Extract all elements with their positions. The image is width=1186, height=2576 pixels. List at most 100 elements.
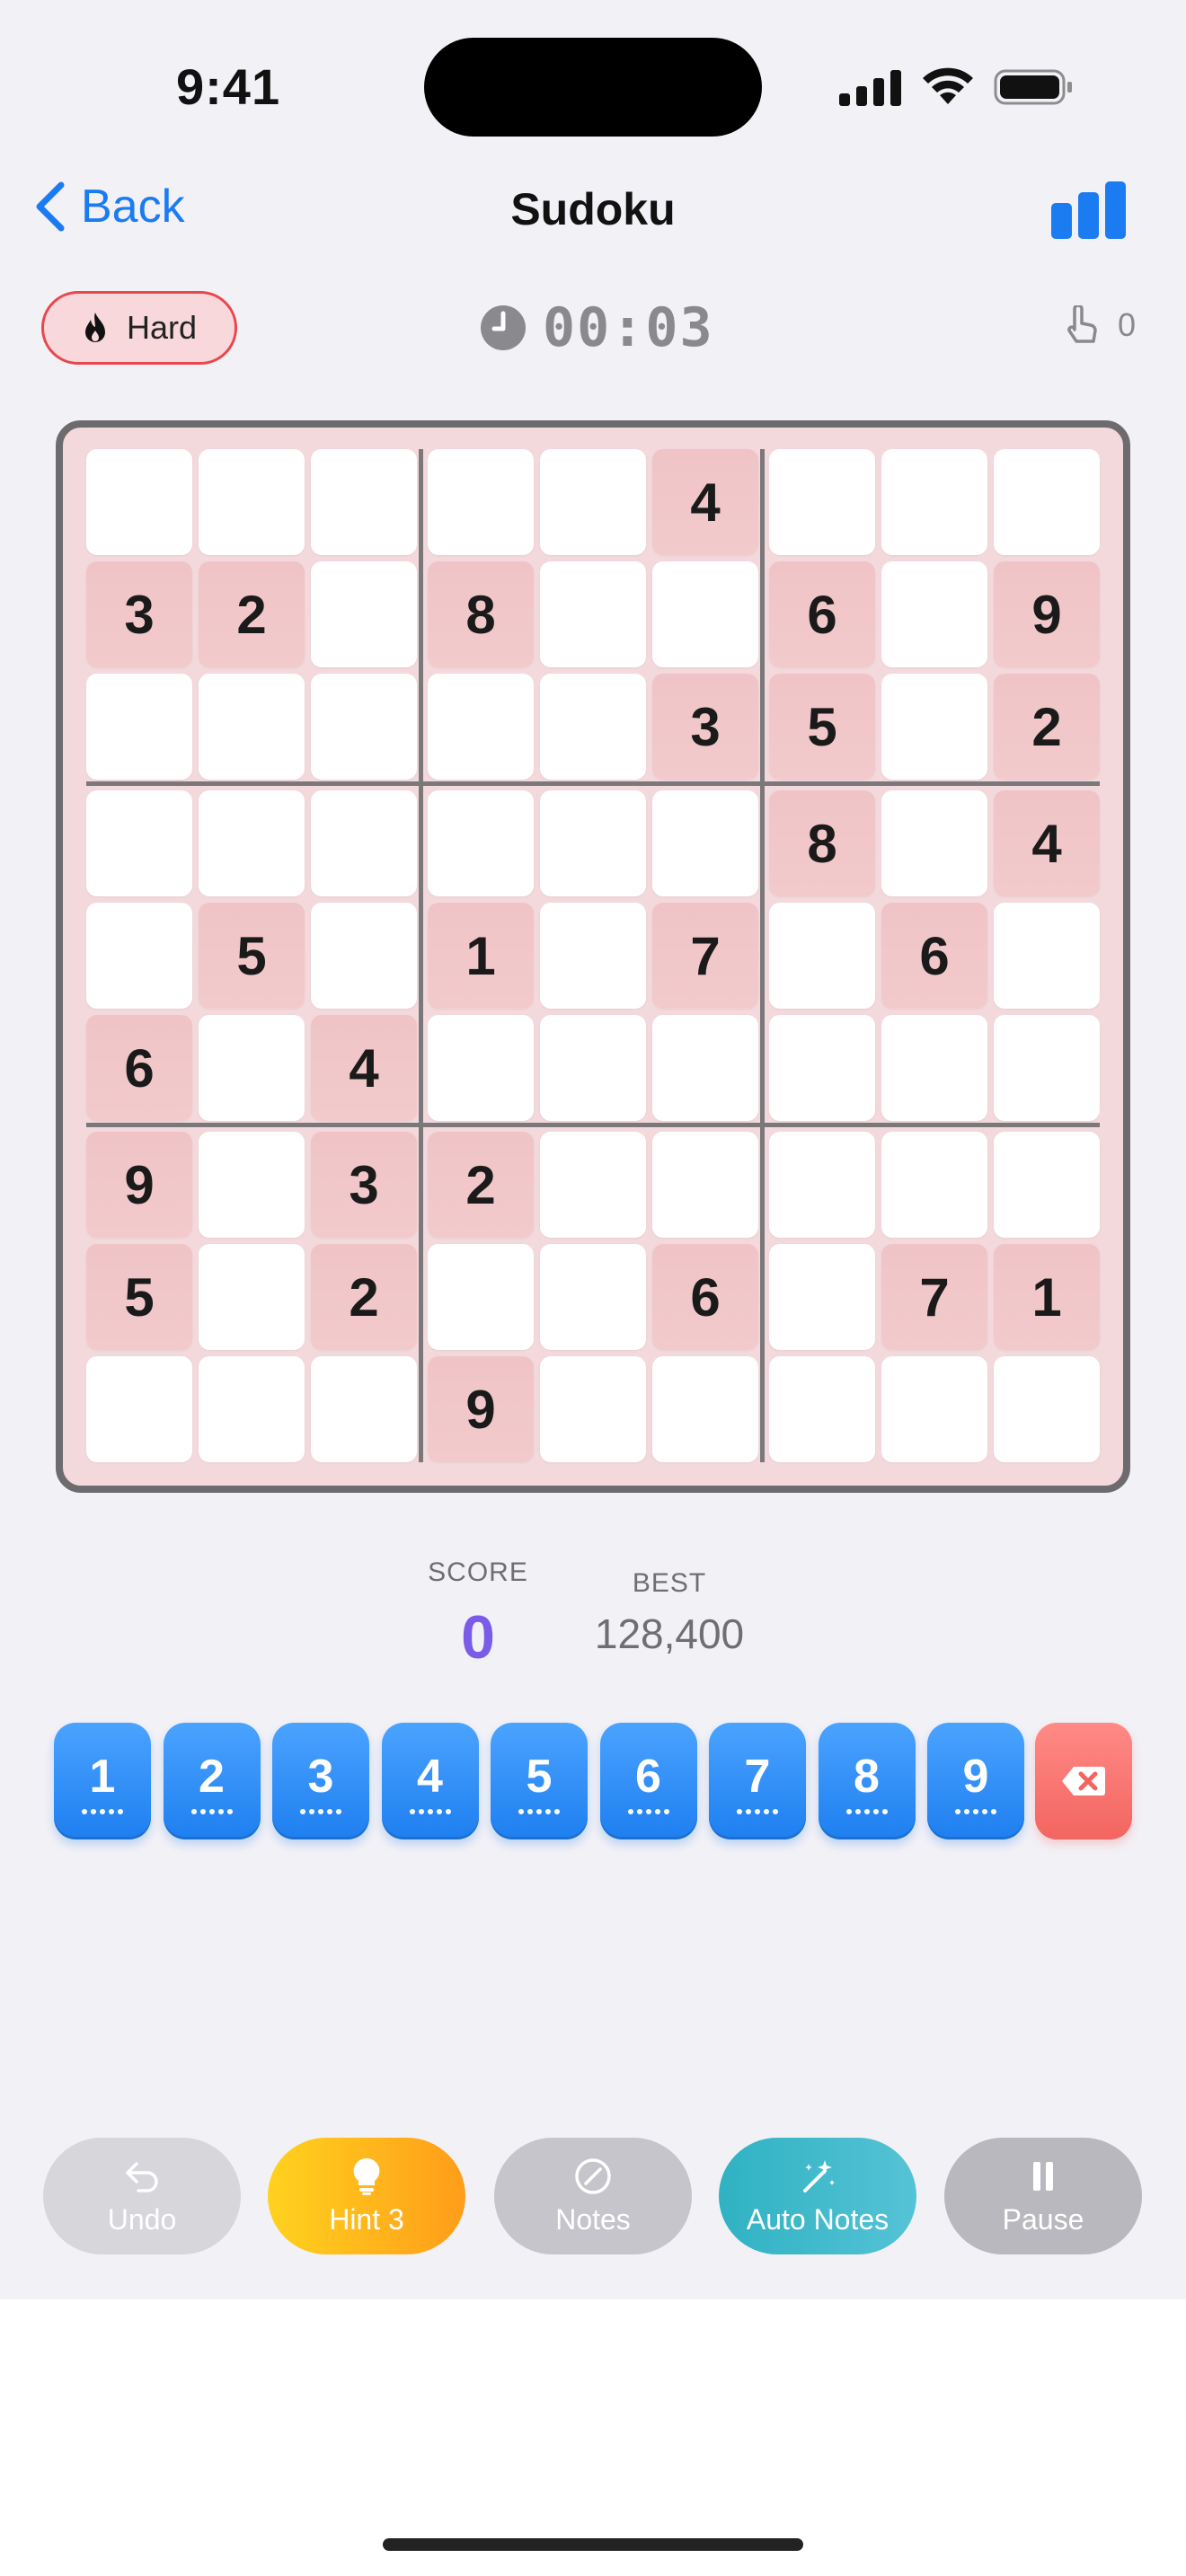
board-cell[interactable]: [994, 1356, 1100, 1462]
number-key[interactable]: 3: [272, 1723, 369, 1839]
board-cell[interactable]: [540, 1356, 646, 1462]
board-cell[interactable]: [652, 561, 758, 667]
number-key[interactable]: 6: [599, 1723, 697, 1839]
board-cell[interactable]: 2: [199, 561, 305, 667]
board-cell[interactable]: [540, 903, 646, 1009]
number-key[interactable]: 5: [491, 1723, 588, 1839]
board-cell[interactable]: 4: [652, 449, 758, 555]
board-cell[interactable]: 5: [769, 674, 875, 780]
board-cell[interactable]: [769, 449, 875, 555]
board-cell[interactable]: 7: [652, 903, 758, 1009]
board-cell[interactable]: [652, 1356, 758, 1462]
board-cell[interactable]: 3: [652, 674, 758, 780]
board-cell[interactable]: [769, 1015, 875, 1121]
board-cell[interactable]: [881, 449, 987, 555]
board-cell[interactable]: 9: [994, 561, 1100, 667]
board-cell[interactable]: 2: [428, 1132, 534, 1238]
board-cell[interactable]: [994, 1132, 1100, 1238]
number-key[interactable]: 7: [709, 1723, 806, 1839]
board-cell[interactable]: [994, 1015, 1100, 1121]
board-cell[interactable]: [769, 903, 875, 1009]
board-cell[interactable]: [540, 1244, 646, 1350]
board-cell[interactable]: [881, 1132, 987, 1238]
board-cell[interactable]: [540, 449, 646, 555]
board-cell[interactable]: [428, 1015, 534, 1121]
board-cell[interactable]: 5: [86, 1244, 192, 1350]
board-cell[interactable]: [199, 1015, 305, 1121]
board-cell[interactable]: [652, 1132, 758, 1238]
board-cell[interactable]: [428, 1244, 534, 1350]
board-cell[interactable]: 5: [199, 903, 305, 1009]
board-cell[interactable]: [540, 1132, 646, 1238]
board-cell[interactable]: [311, 790, 417, 896]
board-cell[interactable]: [881, 1356, 987, 1462]
number-key[interactable]: 9: [927, 1723, 1024, 1839]
board-cell[interactable]: 7: [881, 1244, 987, 1350]
board-cell[interactable]: [428, 790, 534, 896]
board-cell[interactable]: [311, 1356, 417, 1462]
board-cell[interactable]: [86, 449, 192, 555]
board-cell[interactable]: 2: [311, 1244, 417, 1350]
board-cell[interactable]: [86, 903, 192, 1009]
board-cell[interactable]: [994, 449, 1100, 555]
board-cell[interactable]: [311, 674, 417, 780]
board-cell[interactable]: 2: [994, 674, 1100, 780]
board-cell[interactable]: 3: [311, 1132, 417, 1238]
board-cell[interactable]: [881, 1015, 987, 1121]
board-cell[interactable]: [881, 790, 987, 896]
board-cell[interactable]: [199, 674, 305, 780]
board-cell[interactable]: 8: [428, 561, 534, 667]
board-cell[interactable]: [769, 1244, 875, 1350]
number-key[interactable]: 2: [163, 1723, 261, 1839]
board-cell[interactable]: [881, 561, 987, 667]
number-key[interactable]: 1: [54, 1723, 151, 1839]
tap-hand-icon: [1067, 305, 1097, 343]
erase-button[interactable]: [1035, 1723, 1132, 1839]
hint-button[interactable]: Hint 3: [268, 2138, 465, 2254]
board-cell[interactable]: [199, 1244, 305, 1350]
board-cell[interactable]: [199, 1356, 305, 1462]
score-label: SCORE: [428, 1557, 528, 1587]
board-cell[interactable]: 1: [428, 903, 534, 1009]
board-cell[interactable]: [199, 1132, 305, 1238]
board-cell[interactable]: [652, 1015, 758, 1121]
board-cell[interactable]: 1: [994, 1244, 1100, 1350]
auto-notes-button[interactable]: Auto Notes: [719, 2138, 916, 2254]
board-cell[interactable]: 6: [652, 1244, 758, 1350]
board-cell[interactable]: [199, 449, 305, 555]
board-cell[interactable]: [86, 790, 192, 896]
number-key[interactable]: 4: [381, 1723, 479, 1839]
board-cell[interactable]: [86, 1356, 192, 1462]
undo-button[interactable]: Undo: [43, 2138, 241, 2254]
board-cell[interactable]: 8: [769, 790, 875, 896]
pause-button[interactable]: Pause: [944, 2138, 1142, 2254]
board-cell[interactable]: 9: [86, 1132, 192, 1238]
notes-button[interactable]: Notes: [494, 2138, 692, 2254]
board-cell[interactable]: 4: [311, 1015, 417, 1121]
board-cell[interactable]: 3: [86, 561, 192, 667]
board-cell[interactable]: [652, 790, 758, 896]
board-cell[interactable]: [540, 561, 646, 667]
number-key-label: 5: [526, 1751, 553, 1803]
board-cell[interactable]: 6: [881, 903, 987, 1009]
board-cell[interactable]: [540, 790, 646, 896]
board-cell[interactable]: [769, 1356, 875, 1462]
board-cell[interactable]: [881, 674, 987, 780]
number-key[interactable]: 8: [818, 1723, 916, 1839]
board-cell[interactable]: [86, 674, 192, 780]
board-cell[interactable]: [311, 561, 417, 667]
board-cell[interactable]: 4: [994, 790, 1100, 896]
board-cell[interactable]: [311, 903, 417, 1009]
board-cell[interactable]: [311, 449, 417, 555]
board-cell[interactable]: 6: [86, 1015, 192, 1121]
board-cell[interactable]: [199, 790, 305, 896]
board-cell[interactable]: [428, 674, 534, 780]
board-cell[interactable]: [540, 1015, 646, 1121]
board-cell[interactable]: [540, 674, 646, 780]
board-cell[interactable]: [769, 1132, 875, 1238]
board-cell[interactable]: [428, 449, 534, 555]
board-cell[interactable]: 9: [428, 1356, 534, 1462]
board-cell[interactable]: [994, 903, 1100, 1009]
board-cell[interactable]: 6: [769, 561, 875, 667]
stats-button[interactable]: [1051, 180, 1127, 239]
